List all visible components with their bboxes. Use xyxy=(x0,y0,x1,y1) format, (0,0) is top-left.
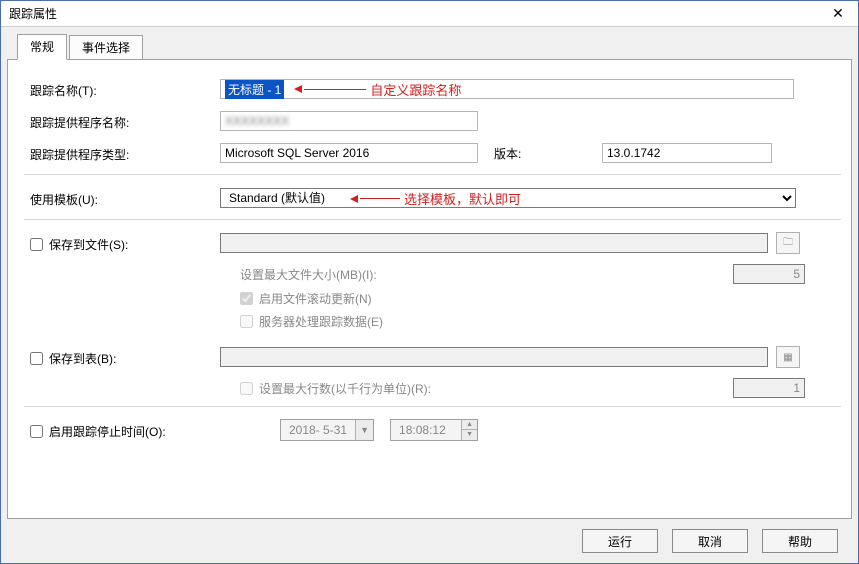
divider xyxy=(24,174,841,175)
save-table-input xyxy=(220,347,768,367)
label-trace-name: 跟踪名称(T): xyxy=(30,80,220,99)
label-provider-name: 跟踪提供程序名称: xyxy=(30,112,220,131)
template-select[interactable]: Standard (默认值) xyxy=(220,188,796,208)
label-use-template: 使用模板(U): xyxy=(30,189,220,208)
dialog-window: 跟踪属性 ✕ 常规 事件选择 跟踪名称(T): 无标题 - 1 自定义跟踪名称 xyxy=(0,0,859,564)
label-provider-type: 跟踪提供程序类型: xyxy=(30,144,220,163)
button-bar: 运行 取消 帮助 xyxy=(7,519,852,557)
browse-table-button[interactable]: ▦ xyxy=(776,346,800,368)
client-area: 常规 事件选择 跟踪名称(T): 无标题 - 1 自定义跟踪名称 xyxy=(1,27,858,563)
checkbox-save-to-table[interactable] xyxy=(30,352,43,365)
divider xyxy=(24,406,841,407)
checkbox-server-process xyxy=(240,315,253,328)
stop-time-picker: 18:08:12 ▲▼ xyxy=(390,419,478,441)
tab-events[interactable]: 事件选择 xyxy=(69,35,143,60)
label-save-to-file: 保存到文件(S): xyxy=(49,236,128,253)
help-button[interactable]: 帮助 xyxy=(762,529,838,553)
trace-name-input[interactable]: 无标题 - 1 自定义跟踪名称 xyxy=(220,79,794,99)
provider-type-value: Microsoft SQL Server 2016 xyxy=(220,143,478,163)
cancel-button[interactable]: 取消 xyxy=(672,529,748,553)
label-file-rollover: 启用文件滚动更新(N) xyxy=(259,290,372,307)
checkbox-file-rollover xyxy=(240,292,253,305)
label-save-to-table: 保存到表(B): xyxy=(49,350,116,367)
stop-date-picker: 2018- 5-31 ▼ xyxy=(280,419,374,441)
divider xyxy=(24,219,841,220)
tab-general[interactable]: 常规 xyxy=(17,34,67,60)
close-button[interactable]: ✕ xyxy=(818,1,858,27)
label-server-process: 服务器处理跟踪数据(E) xyxy=(259,313,383,330)
browse-file-button[interactable]: 🗀 xyxy=(776,232,800,254)
stop-date-value: 2018- 5-31 xyxy=(281,423,355,437)
checkbox-max-rows xyxy=(240,382,253,395)
version-value: 13.0.1742 xyxy=(602,143,772,163)
arrow-icon xyxy=(294,85,366,93)
table-icon: ▦ xyxy=(783,352,792,363)
label-version: 版本: xyxy=(494,145,594,162)
label-max-file-size: 设置最大文件大小(MB)(I): xyxy=(240,266,540,283)
max-rows-input xyxy=(733,378,805,398)
annotation-trace-name: 自定义跟踪名称 xyxy=(370,80,461,99)
save-file-path-input xyxy=(220,233,768,253)
titlebar: 跟踪属性 ✕ xyxy=(1,1,858,27)
checkbox-save-to-file[interactable] xyxy=(30,238,43,251)
folder-icon: 🗀 xyxy=(783,235,793,252)
tabs: 常规 事件选择 xyxy=(7,33,852,59)
spinner-icon: ▲▼ xyxy=(461,420,477,440)
label-stop-time: 启用跟踪停止时间(O): xyxy=(49,423,166,440)
trace-name-value: 无标题 - 1 xyxy=(225,80,284,99)
label-max-rows: 设置最大行数(以千行为单位)(R): xyxy=(259,380,559,397)
provider-name-value: XXXXXXXX xyxy=(220,111,478,131)
stop-time-value: 18:08:12 xyxy=(391,423,461,437)
tab-panel-general: 跟踪名称(T): 无标题 - 1 自定义跟踪名称 跟踪提供程序名称: XXXXX… xyxy=(7,59,852,519)
max-file-size-input xyxy=(733,264,805,284)
chevron-down-icon: ▼ xyxy=(355,420,373,440)
run-button[interactable]: 运行 xyxy=(582,529,658,553)
close-icon: ✕ xyxy=(832,5,844,22)
window-title: 跟踪属性 xyxy=(9,5,57,22)
checkbox-stop-time[interactable] xyxy=(30,425,43,438)
